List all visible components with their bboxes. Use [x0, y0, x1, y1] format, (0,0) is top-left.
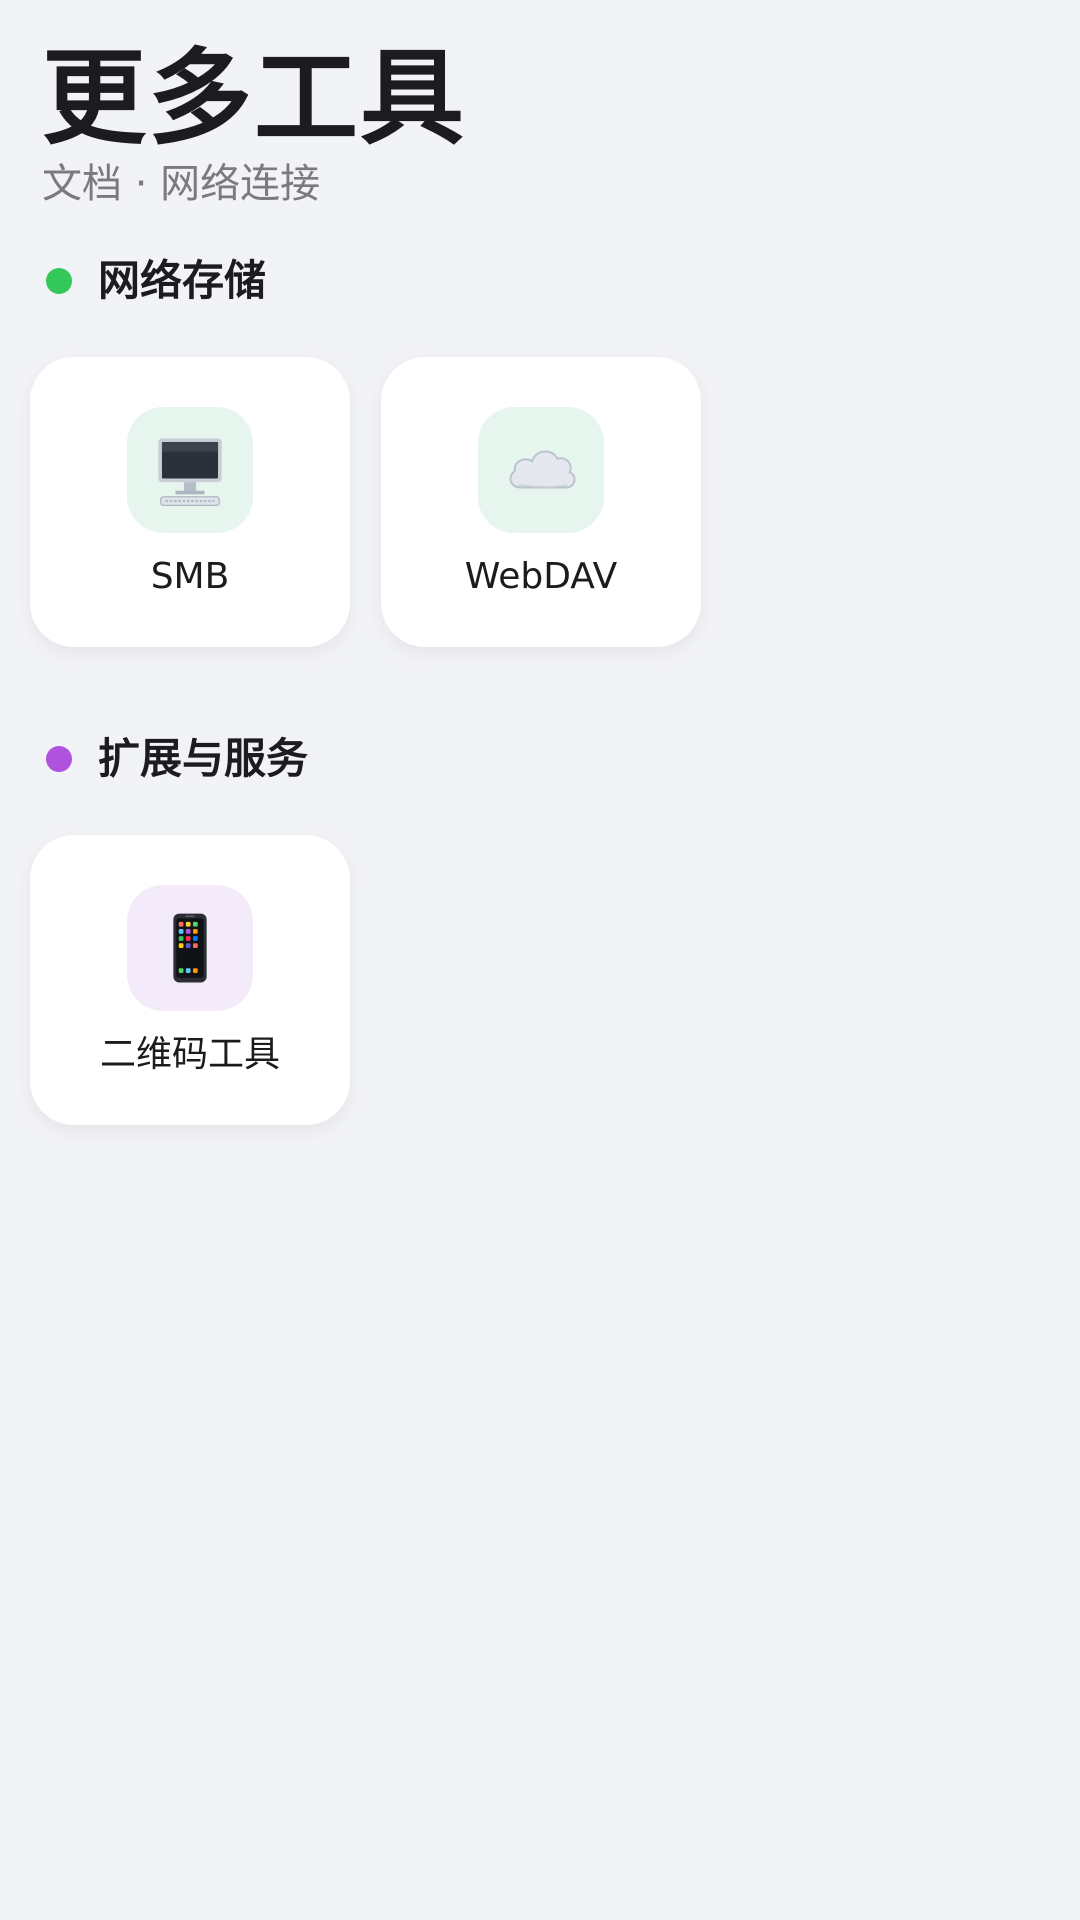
webdav-icon-tile: [478, 407, 604, 533]
section-title: 网络存储: [98, 256, 267, 305]
section-header-network-storage: 网络存储: [46, 256, 266, 306]
webdav-card[interactable]: WebDAV: [381, 357, 701, 647]
smb-icon-tile: [127, 407, 253, 533]
section-title: 扩展与服务: [98, 734, 309, 783]
section-header-extensions-services: 扩展与服务: [46, 734, 308, 784]
more-tools-page: 更多工具 文档 · 网络连接 网络存储 SMB WebDAV 扩展与服务 二维码…: [0, 0, 1080, 1920]
cloud-icon: [509, 450, 576, 489]
green-dot-icon: [46, 268, 72, 295]
page-title: 更多工具: [42, 37, 467, 159]
purple-dot-icon: [46, 746, 72, 773]
smartphone-icon: [173, 913, 207, 983]
webdav-label: WebDAV: [464, 556, 618, 597]
page-subtitle: 文档 · 网络连接: [42, 161, 321, 207]
smb-card[interactable]: SMB: [30, 357, 350, 647]
qr-code-tool-icon-tile: [127, 885, 253, 1011]
qr-code-tool-card[interactable]: 二维码工具: [30, 835, 350, 1125]
smb-label: SMB: [150, 556, 230, 597]
desktop-computer-icon: [158, 438, 222, 506]
qr-code-tool-label: 二维码工具: [99, 1034, 280, 1075]
